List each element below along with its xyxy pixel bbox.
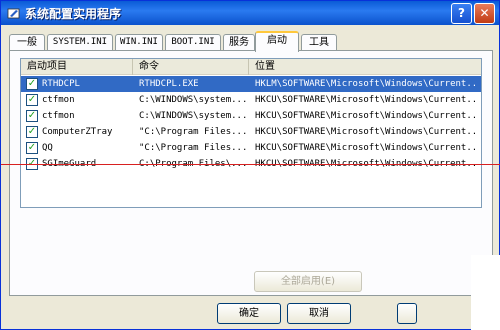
- title-bar[interactable]: 系统配置实用程序 ? ✕: [1, 1, 499, 25]
- location-cell: HKLM\SOFTWARE\Microsoft\Windows\Current.…: [255, 79, 477, 89]
- tab-startup[interactable]: 启动: [255, 31, 299, 52]
- item-cell: ctfmon: [42, 95, 75, 105]
- tab-services[interactable]: 服务: [223, 34, 255, 51]
- startup-panel: 启动项目 命令 位置 ✓ RTHDCPL RTHDCPL.EXE HKLM\SO…: [9, 50, 493, 296]
- location-cell: HKCU\SOFTWARE\Microsoft\Windows\Current.…: [255, 143, 477, 153]
- tab-system-ini[interactable]: SYSTEM.INI: [47, 34, 113, 51]
- list-header: 启动项目 命令 位置: [21, 59, 481, 75]
- item-cell: ComputerZTray: [42, 127, 113, 137]
- help-button[interactable]: ?: [451, 3, 472, 24]
- location-cell: HKCU\SOFTWARE\Microsoft\Windows\Current.…: [255, 127, 477, 137]
- item-cell: ctfmon: [42, 111, 75, 121]
- table-row[interactable]: ✓ ComputerZTray "C:\Program Files... HKC…: [21, 124, 481, 140]
- table-row[interactable]: ✓ QQ "C:\Program Files... HKCU\SOFTWARE\…: [21, 140, 481, 156]
- white-overlay: [471, 255, 500, 330]
- tab-general[interactable]: 一般: [9, 34, 45, 51]
- tab-win-ini[interactable]: WIN.INI: [115, 34, 163, 51]
- item-cell: QQ: [42, 143, 53, 153]
- location-cell: HKCU\SOFTWARE\Microsoft\Windows\Current.…: [255, 95, 477, 105]
- cancel-button[interactable]: 取消: [287, 303, 351, 324]
- table-row[interactable]: ✓ ctfmon C:\WINDOWS\system... HKCU\SOFTW…: [21, 108, 481, 124]
- window-title: 系统配置实用程序: [25, 7, 122, 21]
- help-button-bottom[interactable]: [397, 303, 417, 324]
- checkbox[interactable]: ✓: [26, 126, 38, 138]
- command-cell: RTHDCPL.EXE: [139, 79, 199, 89]
- checkbox[interactable]: ✓: [26, 142, 38, 154]
- table-row[interactable]: ✓ RTHDCPL RTHDCPL.EXE HKLM\SOFTWARE\Micr…: [21, 76, 481, 92]
- tab-tools[interactable]: 工具: [301, 34, 337, 51]
- command-cell: "C:\Program Files...: [139, 143, 248, 153]
- checkbox[interactable]: ✓: [26, 78, 38, 90]
- table-row[interactable]: ✓ ctfmon C:\WINDOWS\system... HKCU\SOFTW…: [21, 92, 481, 108]
- tab-boot-ini[interactable]: BOOT.INI: [165, 34, 221, 51]
- startup-list[interactable]: 启动项目 命令 位置 ✓ RTHDCPL RTHDCPL.EXE HKLM\SO…: [20, 58, 482, 208]
- command-cell: "C:\Program Files...: [139, 127, 248, 137]
- app-icon: [7, 8, 20, 19]
- annotation-line: [1, 164, 500, 165]
- command-cell: C:\WINDOWS\system...: [139, 111, 248, 121]
- column-header-item[interactable]: 启动项目: [21, 59, 133, 75]
- checkbox[interactable]: ✓: [26, 94, 38, 106]
- enable-all-button[interactable]: 全部启用(E): [254, 271, 362, 292]
- location-cell: HKCU\SOFTWARE\Microsoft\Windows\Current.…: [255, 111, 477, 121]
- command-cell: C:\WINDOWS\system...: [139, 95, 248, 105]
- ok-button[interactable]: 确定: [217, 303, 281, 324]
- checkbox[interactable]: ✓: [26, 110, 38, 122]
- msconfig-window: 系统配置实用程序 ? ✕ 一般 SYSTEM.INI WIN.INI BOOT.…: [0, 0, 500, 330]
- column-header-command[interactable]: 命令: [133, 59, 249, 75]
- column-header-location[interactable]: 位置: [249, 59, 481, 75]
- item-cell: RTHDCPL: [42, 79, 80, 89]
- close-button[interactable]: ✕: [474, 3, 495, 24]
